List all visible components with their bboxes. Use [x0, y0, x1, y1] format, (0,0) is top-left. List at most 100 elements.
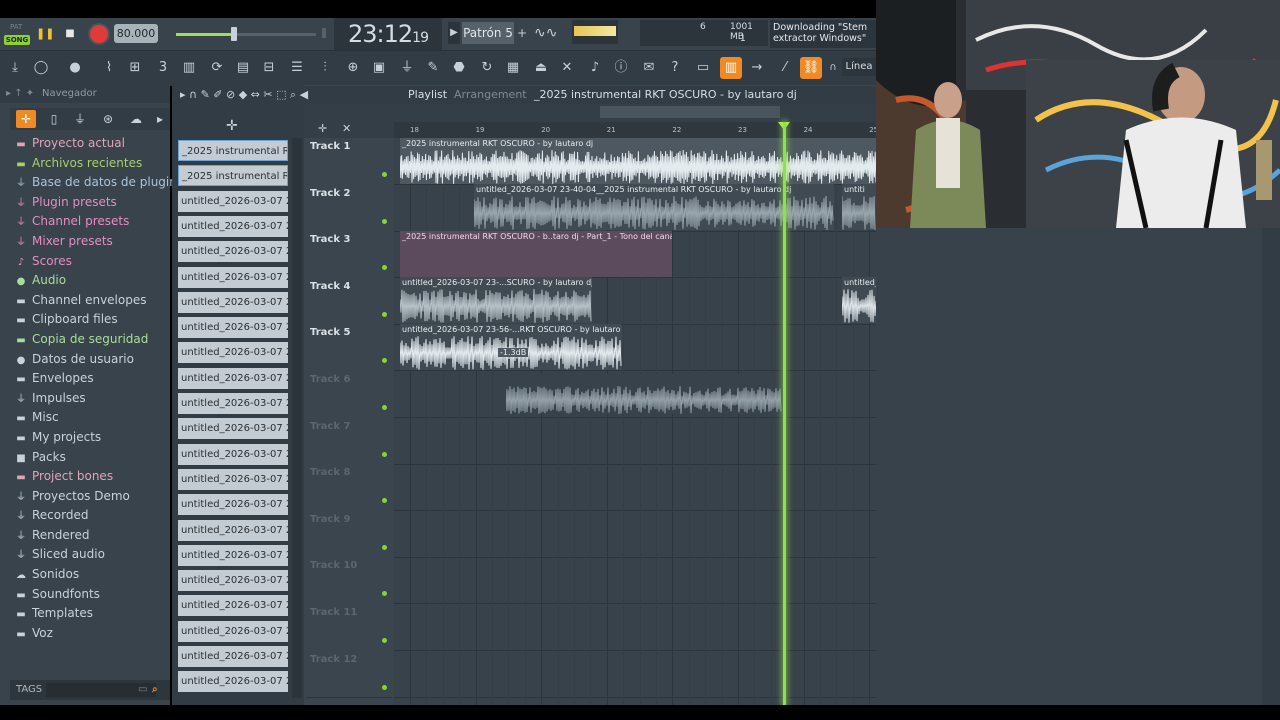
loop-record-icon[interactable]: ⟳ — [206, 57, 228, 79]
link-icon[interactable]: ⛓ — [800, 57, 822, 79]
tablet-icon[interactable]: ▭ — [692, 57, 714, 79]
audio-clip[interactable] — [506, 374, 782, 414]
song-time-display[interactable]: 23:1219 — [334, 18, 442, 50]
playlist-icon[interactable]: ▤ — [232, 57, 254, 79]
browser-item[interactable]: ⏚ Base de datos de plugins — [14, 173, 183, 193]
record-button[interactable] — [90, 25, 108, 43]
plug-icon[interactable]: ⏏ — [530, 57, 552, 79]
stop-icon[interactable]: ■ — [62, 26, 78, 42]
pattern-picker-item[interactable]: untitled_2026-03-07 23-... — [178, 342, 288, 364]
audio-clip[interactable]: untitled_2026-03-07 23-40-04__2025 instr… — [474, 184, 834, 230]
pattern-picker-item[interactable]: _2025 instrumental R... — [178, 165, 288, 187]
master-volume-knob[interactable] — [231, 27, 237, 41]
browser-item[interactable]: ▬ Misc — [14, 408, 170, 428]
browser-item[interactable]: ● Audio — [14, 271, 170, 291]
browser-shop-tab-icon[interactable]: ⊛ — [98, 110, 118, 128]
crossed-icon[interactable]: ✕ — [556, 57, 578, 79]
project-icon[interactable]: ▣ — [368, 57, 390, 79]
chat-icon[interactable]: ✉ — [638, 57, 660, 79]
audio-clip[interactable]: untitled_2026-03-07 23-...SCURO - by lau… — [400, 277, 592, 323]
pattern-arrow-icon[interactable]: ▶ — [448, 22, 460, 44]
vertical-scrollbar[interactable] — [1262, 228, 1280, 705]
browser-item[interactable]: ■ Packs — [14, 448, 170, 468]
mixer-icon[interactable]: ⫶ — [314, 57, 336, 79]
snap-selector[interactable]: Línea — [842, 58, 876, 76]
browser-item[interactable]: ● Datos de usuario — [14, 350, 170, 370]
audio-clip[interactable]: untitled_2026-03-07 23-56-...RKT OSCURO … — [400, 324, 622, 370]
track-header[interactable]: Track 9 — [306, 510, 392, 559]
browser-item[interactable]: ▬ Voz — [14, 624, 170, 644]
browser-plugins-tab-icon[interactable]: ⏚ — [70, 110, 90, 128]
pattern-picker-item[interactable]: untitled_2026-03-07 23-... — [178, 190, 288, 212]
arrow-right-icon[interactable]: → — [746, 57, 768, 79]
pattern-picker-add-icon[interactable]: ✛ — [226, 118, 238, 134]
browser-item[interactable]: ☁ Sonidos — [14, 565, 170, 585]
browser-item[interactable]: ⏚ Proyectos Demo — [14, 487, 170, 507]
pattern-picker-item[interactable]: untitled_2026-03-07 23-... — [178, 544, 288, 566]
browser-nav-icon[interactable]: ▸ ↑ ✦ — [6, 85, 34, 103]
pattern-picker-scrollbar[interactable] — [292, 138, 302, 698]
pause-icon[interactable]: ❚❚ — [36, 26, 54, 42]
arrangement-label[interactable]: Arrangement — [454, 86, 527, 104]
audio-clip[interactable]: _2025 instrumental RKT OSCURO - by lauta… — [400, 138, 876, 184]
browser-item[interactable]: ▬ My projects — [14, 428, 170, 448]
countdown-icon[interactable]: 3 — [152, 57, 174, 79]
folder-search-icon[interactable]: ▭ — [138, 680, 147, 700]
track-enable-led[interactable] — [382, 684, 387, 690]
browser-item[interactable]: ⏚ Mixer presets — [14, 232, 170, 252]
track-header[interactable]: Track 8 — [306, 464, 392, 512]
track-header[interactable]: Track 7 — [306, 417, 392, 466]
track-enable-led[interactable] — [382, 358, 387, 364]
pen-icon[interactable]: ⁄ — [774, 57, 796, 79]
tempo-display[interactable]: 80.000 — [114, 24, 158, 43]
master-pitch-knob-icon[interactable]: ◯ — [30, 57, 52, 79]
song-pattern-toggle[interactable]: PAT SONG — [4, 22, 30, 46]
browser-arrow-icon[interactable]: ▸ — [150, 110, 170, 128]
pattern-picker-item[interactable]: untitled_2026-03-07 23-... — [178, 519, 288, 541]
metronome-icon[interactable]: ⌇ — [98, 57, 120, 79]
help-icon[interactable]: ? — [664, 57, 686, 79]
pattern-picker-item[interactable]: untitled_2026-03-07 23-... — [178, 215, 288, 237]
wait-input-icon[interactable]: ⊞ — [124, 57, 146, 79]
browser-item[interactable]: ⏚ Sliced audio — [14, 545, 170, 565]
keyboard-icon[interactable]: ▥ — [720, 57, 742, 79]
search-icon[interactable]: ⌕ — [152, 680, 158, 700]
pattern-picker-item[interactable]: untitled_2026-03-07 23-... — [178, 367, 288, 389]
playlist-lanes[interactable]: _2025 instrumental RKT OSCURO - by lauta… — [394, 138, 1134, 705]
track-enable-led[interactable] — [382, 172, 387, 177]
browser-item[interactable]: ▬ Channel envelopes — [14, 291, 170, 311]
browser-item[interactable]: ⏚ Channel presets — [14, 212, 170, 232]
save-icon[interactable]: ▦ — [502, 57, 524, 79]
track-enable-led[interactable] — [382, 311, 387, 317]
browser-item[interactable]: ▬ Templates — [14, 604, 170, 624]
track-header[interactable]: Track 6 — [306, 371, 392, 419]
pattern-picker-item[interactable]: untitled_2026-03-07 23-... — [178, 291, 288, 313]
browser-cloud-tab-icon[interactable]: ☁ — [126, 110, 146, 128]
master-volume-slider[interactable] — [176, 27, 316, 41]
pattern-selector[interactable]: ▶ Patrón 5 + — [448, 22, 528, 44]
master-knob-icon[interactable]: ● — [64, 57, 86, 79]
pattern-picker-item[interactable]: untitled_2026-03-07 23-... — [178, 241, 288, 263]
track-header[interactable]: Track 4 — [306, 277, 392, 326]
playlist-tools-icon[interactable]: ▸ ∩ ✎ ✐ ⊘ ◆ ⇔ ✂ ⬚ ⌕ ◀ — [180, 86, 308, 104]
browser-item[interactable]: ⏚ Impulses — [14, 389, 170, 409]
pattern-picker-item[interactable]: untitled_2026-03-07 23-... — [178, 595, 288, 617]
browser-all-tab-icon[interactable]: ✛ — [16, 110, 36, 128]
pattern-picker-item[interactable]: untitled_2026-03-07 23-... — [178, 443, 288, 465]
track-header[interactable]: Track 5 — [306, 324, 392, 372]
track-enable-led[interactable] — [382, 544, 387, 550]
track-enable-led[interactable] — [382, 218, 387, 224]
browser-icon[interactable]: ⊕ — [342, 57, 364, 79]
audio-clip[interactable]: _2025 instrumental RKT OSCURO - b..taro … — [400, 231, 672, 277]
plugin-icon[interactable]: ⏚ — [396, 57, 418, 79]
track-header[interactable]: Track 10 — [306, 557, 392, 605]
pattern-picker-item[interactable]: untitled_2026-03-07 23-... — [178, 317, 288, 339]
pattern-picker-item[interactable]: untitled_2026-03-07 23-... — [178, 620, 288, 642]
magnet-icon[interactable]: ∩ — [822, 57, 844, 79]
add-track-icon[interactable]: ✛ — [318, 122, 327, 135]
track-header[interactable]: Track 3 — [306, 231, 392, 279]
timeline-ruler[interactable]: 18 19 20 21 22 23 24 25 — [394, 122, 878, 138]
pattern-picker-item[interactable]: untitled_2026-03-07 23-... — [178, 671, 288, 693]
pattern-picker-item[interactable]: _2025 instrumental R... — [178, 140, 288, 161]
pattern-picker-item[interactable]: untitled_2026-03-07 23-... — [178, 418, 288, 440]
